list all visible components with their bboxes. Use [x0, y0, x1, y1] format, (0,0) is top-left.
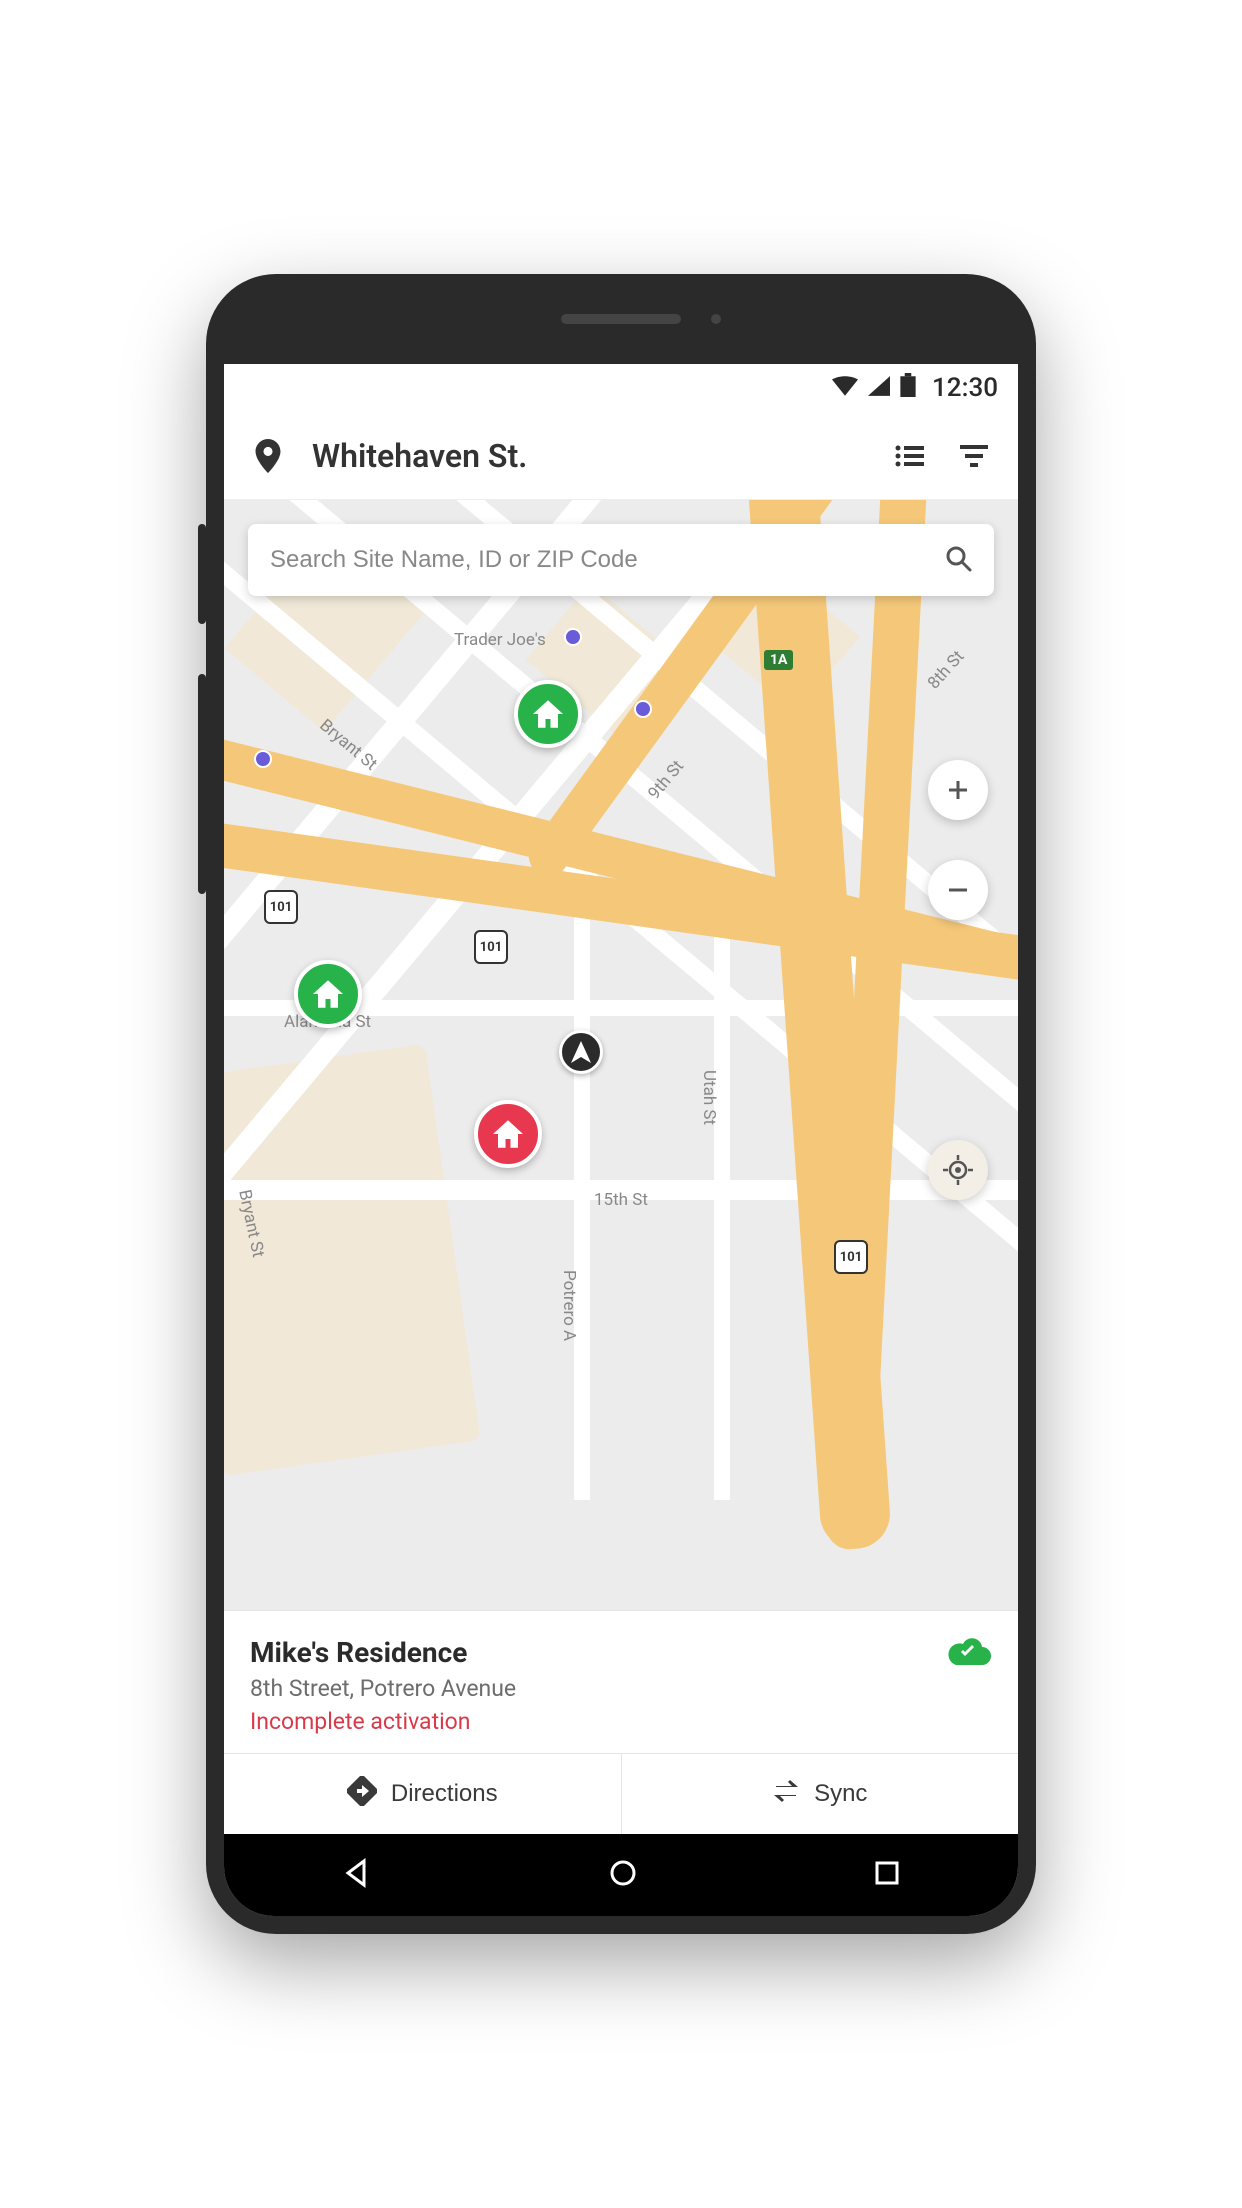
cloud-synced-icon	[948, 1635, 992, 1669]
route-shield-101: 101	[834, 1240, 868, 1274]
list-view-icon[interactable]	[890, 436, 930, 476]
site-name: Mike's Residence	[250, 1636, 948, 1669]
map-road	[714, 900, 730, 1500]
status-time: 12:30	[932, 373, 998, 403]
route-shield-101: 101	[474, 930, 508, 964]
page-title: Whitehaven St.	[312, 437, 866, 475]
sync-button[interactable]: Sync	[622, 1754, 1019, 1834]
site-address: 8th Street, Potrero Avenue	[250, 1675, 992, 1702]
location-pin-icon[interactable]	[248, 436, 288, 476]
map-poi-label: Trader Joe's	[454, 630, 546, 650]
locate-me-button[interactable]	[928, 1140, 988, 1200]
map[interactable]: Trader Joe's Bryant St Alameda St 15th S…	[224, 500, 1018, 1610]
street-label: Utah St	[699, 1070, 719, 1125]
current-location-icon	[559, 1030, 603, 1074]
nav-home-button[interactable]	[608, 1858, 638, 1892]
nav-recent-button[interactable]	[874, 1860, 900, 1890]
volume-button	[198, 674, 206, 894]
search-input[interactable]	[270, 546, 944, 574]
site-marker-green[interactable]	[294, 960, 362, 1028]
nav-back-button[interactable]	[342, 1858, 372, 1892]
search-box[interactable]	[248, 524, 994, 596]
status-bar: 12:30	[224, 364, 1018, 412]
street-label: Potrero A	[559, 1270, 579, 1341]
screen: 12:30 Whitehaven St.	[224, 364, 1018, 1916]
cellular-icon	[868, 373, 890, 403]
zoom-in-button[interactable]	[928, 760, 988, 820]
directions-button[interactable]: Directions	[224, 1754, 622, 1834]
android-nav-bar	[224, 1834, 1018, 1916]
phone-speaker	[561, 314, 681, 324]
site-info-card: Mike's Residence 8th Street, Potrero Ave…	[224, 1610, 1018, 1753]
map-road	[574, 900, 590, 1500]
street-label: 15th St	[594, 1190, 648, 1210]
home-icon	[313, 980, 343, 1008]
app-bar: Whitehaven St.	[224, 412, 1018, 500]
filter-icon[interactable]	[954, 436, 994, 476]
site-marker-red[interactable]	[474, 1100, 542, 1168]
route-badge-1a: 1A	[764, 650, 793, 670]
zoom-out-button[interactable]	[928, 860, 988, 920]
street-label: 8th St	[924, 647, 969, 693]
crosshair-icon	[943, 1155, 973, 1185]
phone-frame: 12:30 Whitehaven St.	[206, 274, 1036, 1934]
power-button	[198, 524, 206, 624]
route-shield-101: 101	[264, 890, 298, 924]
search-icon[interactable]	[944, 544, 972, 576]
home-icon	[493, 1120, 523, 1148]
site-marker-green[interactable]	[514, 680, 582, 748]
wifi-icon	[832, 373, 858, 403]
sync-icon	[772, 1779, 800, 1810]
home-icon	[533, 700, 563, 728]
poi-dot-icon	[254, 750, 272, 768]
poi-dot-icon	[564, 628, 582, 646]
battery-icon	[900, 373, 916, 404]
sync-label: Sync	[814, 1780, 867, 1808]
poi-dot-icon	[634, 700, 652, 718]
phone-camera	[711, 314, 721, 324]
directions-icon	[347, 1776, 377, 1813]
action-bar: Directions Sync	[224, 1753, 1018, 1834]
site-status: Incomplete activation	[250, 1708, 992, 1735]
directions-label: Directions	[391, 1780, 498, 1808]
